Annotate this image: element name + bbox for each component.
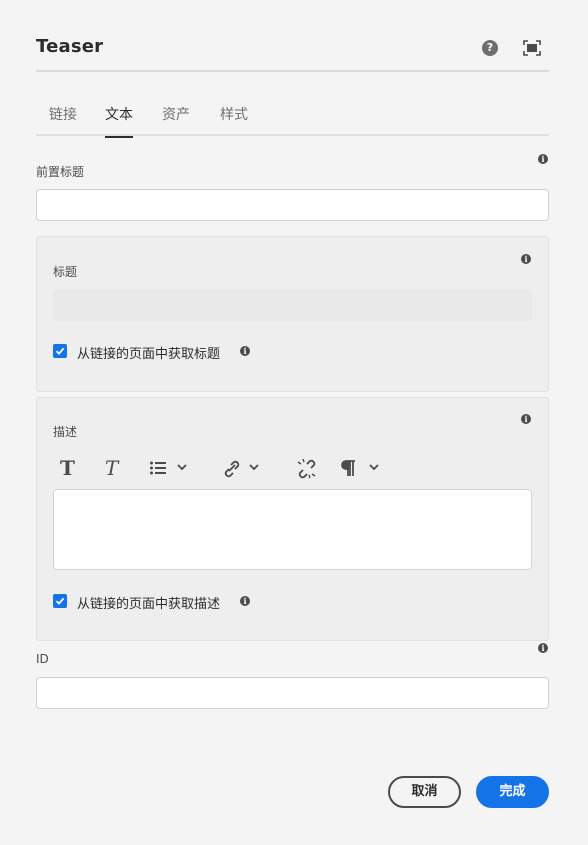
tab-link[interactable]: 链接: [49, 104, 77, 136]
description-info-icon[interactable]: i: [521, 414, 531, 424]
link-icon[interactable]: [221, 457, 263, 479]
list-icon[interactable]: [149, 457, 191, 479]
description-editor[interactable]: [53, 489, 532, 570]
done-button[interactable]: 完成: [476, 776, 549, 808]
svg-text:T: T: [105, 457, 120, 479]
help-icon[interactable]: ?: [482, 40, 498, 56]
svg-text:T: T: [60, 457, 75, 479]
dialog-header: Teaser ?: [36, 30, 549, 72]
pretitle-input[interactable]: [36, 189, 549, 221]
pretitle-info-icon[interactable]: i: [538, 154, 548, 164]
description-from-page-label: 从链接的页面中获取描述: [77, 597, 221, 612]
dialog-title: Teaser: [36, 36, 104, 57]
description-from-page-info-icon[interactable]: i: [240, 596, 250, 606]
id-label: ID: [36, 652, 49, 666]
description-from-page-checkbox[interactable]: [53, 594, 67, 608]
fullscreen-icon[interactable]: [523, 40, 541, 56]
pretitle-label: 前置标题: [36, 165, 85, 179]
title-from-page-info-icon[interactable]: i: [240, 346, 250, 356]
id-info-icon[interactable]: i: [538, 643, 548, 653]
title-input[interactable]: [53, 289, 532, 321]
bold-icon[interactable]: T: [59, 456, 79, 480]
tab-text[interactable]: 文本: [105, 104, 133, 138]
tab-styles[interactable]: 样式: [220, 104, 248, 136]
title-label: 标题: [53, 265, 78, 279]
title-from-page-label: 从链接的页面中获取标题: [77, 347, 221, 362]
title-from-page-checkbox[interactable]: [53, 344, 67, 358]
title-info-icon[interactable]: i: [521, 254, 531, 264]
italic-icon[interactable]: T: [104, 456, 124, 480]
tab-assets[interactable]: 资产: [162, 104, 190, 136]
teaser-dialog: Teaser ? 链接 文本 资产 样式 前置标题 i 标题 i 从链接的页面中…: [0, 0, 588, 845]
tab-list: 链接 文本 资产 样式: [36, 96, 549, 138]
cancel-button[interactable]: 取消: [388, 776, 461, 808]
id-input[interactable]: [36, 677, 549, 709]
unlink-icon[interactable]: [296, 457, 316, 479]
description-label: 描述: [53, 425, 78, 439]
paragraph-format-icon[interactable]: [341, 457, 383, 479]
